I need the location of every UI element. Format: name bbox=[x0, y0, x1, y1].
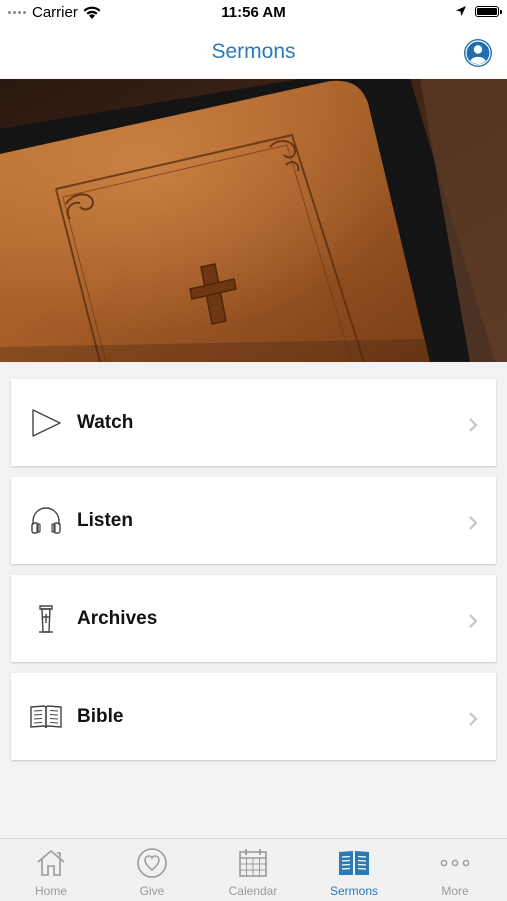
status-time: 11:56 AM bbox=[221, 4, 286, 21]
calendar-icon bbox=[239, 849, 267, 877]
chevron-right-icon bbox=[469, 516, 478, 530]
tab-give[interactable]: Give bbox=[102, 839, 202, 901]
bible-label: Bible bbox=[77, 706, 124, 727]
archives-label: Archives bbox=[77, 608, 158, 629]
tab-sermons[interactable]: Sermons bbox=[304, 839, 404, 901]
heart-icon bbox=[137, 848, 167, 878]
hero-image bbox=[0, 79, 507, 362]
watch-menu-item[interactable]: Watch bbox=[11, 379, 496, 466]
tab-give-label: Give bbox=[139, 884, 165, 898]
tab-home-label: Home bbox=[34, 884, 67, 898]
tab-sermons-label: Sermons bbox=[329, 884, 379, 898]
ellipsis-icon bbox=[440, 859, 470, 867]
status-bar: Carrier 11:56 AM bbox=[0, 0, 507, 28]
battery-icon bbox=[475, 5, 502, 17]
navigation-bar: Sermons bbox=[0, 28, 507, 78]
tab-home[interactable]: Home bbox=[1, 839, 101, 901]
tab-more[interactable]: More bbox=[405, 839, 505, 901]
chevron-right-icon bbox=[469, 418, 478, 432]
book-icon bbox=[339, 851, 369, 875]
open-book-icon bbox=[30, 705, 62, 729]
status-right bbox=[455, 5, 502, 17]
bible-photo bbox=[0, 79, 507, 362]
headphones-icon bbox=[31, 507, 61, 534]
bible-menu-item[interactable]: Bible bbox=[11, 673, 496, 760]
pulpit-icon bbox=[39, 605, 53, 633]
location-arrow-icon bbox=[456, 6, 466, 16]
listen-label: Listen bbox=[77, 510, 133, 531]
listen-menu-item[interactable]: Listen bbox=[11, 477, 496, 564]
chevron-right-icon bbox=[469, 614, 478, 628]
archives-menu-item[interactable]: Archives bbox=[11, 575, 496, 662]
tab-calendar-label: Calendar bbox=[228, 884, 278, 898]
chevron-right-icon bbox=[469, 712, 478, 726]
page-title: Sermons bbox=[211, 40, 296, 63]
tab-calendar[interactable]: Calendar bbox=[203, 839, 303, 901]
tab-bar: Home Give Calendar Sermons More bbox=[0, 838, 507, 900]
profile-icon[interactable] bbox=[463, 38, 493, 68]
watch-label: Watch bbox=[77, 412, 134, 433]
tab-more-label: More bbox=[441, 884, 469, 898]
house-icon bbox=[37, 849, 65, 876]
play-icon bbox=[32, 409, 61, 437]
